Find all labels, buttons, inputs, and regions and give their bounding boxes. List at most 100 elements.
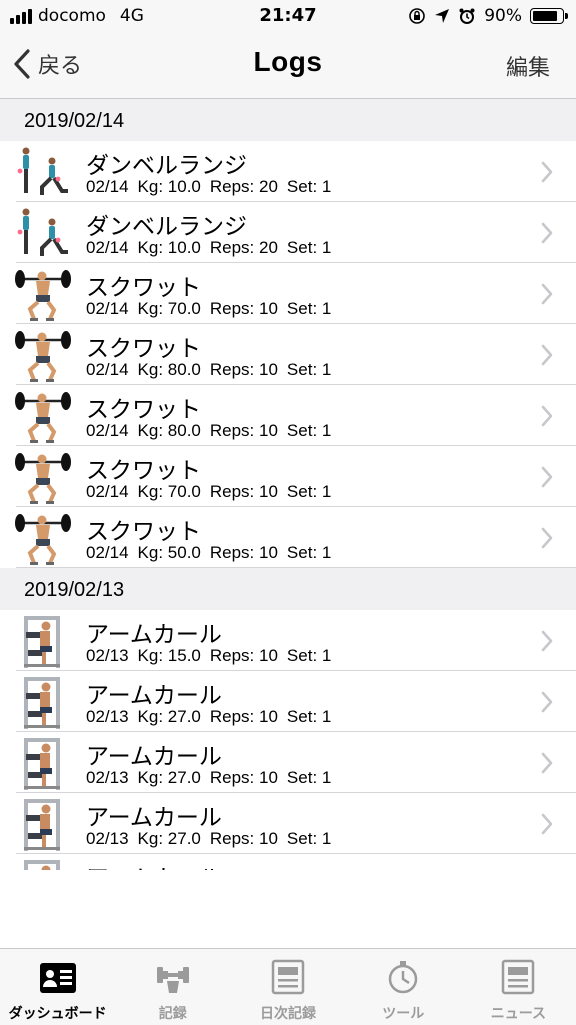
log-row[interactable]: アームカール 02/13 Kg: 27.0 Reps: 10 Set: 1 [0,732,576,793]
log-sets: Set: 1 [286,177,332,196]
exercise-name: アームカール [86,744,222,770]
tab-daily-log[interactable]: 日次記録 [230,949,345,1025]
dumbbell-icon [156,967,189,993]
log-row[interactable]: ダンベルランジ 02/14 Kg: 10.0 Reps: 20 Set: 1 [0,141,576,202]
log-weight: Kg: 70.0 [137,299,201,318]
arm-curl-machine-icon [24,616,60,668]
log-sets: Set: 1 [286,299,332,318]
chevron-right-icon [541,161,553,183]
chevron-right-icon [541,527,553,549]
log-date: 02/14 [86,299,129,318]
battery-level [533,11,557,21]
log-row[interactable]: アームカール 02/13 Kg: 27.0 Reps: 10 Set: 1 [0,671,576,732]
log-row[interactable]: スクワット 02/14 Kg: 70.0 Reps: 10 Set: 1 [0,263,576,324]
arm-curl-machine-icon [24,738,60,790]
log-details: 02/14 Kg: 70.0 Reps: 10 Set: 1 [86,482,340,502]
arm-curl-machine-icon [24,677,60,729]
log-sets: Set: 1 [286,238,332,257]
squat-exercise-icon [15,514,71,565]
edit-button[interactable]: 編集 [506,50,550,82]
chevron-right-icon [541,466,553,488]
log-details: 02/14 Kg: 10.0 Reps: 20 Set: 1 [86,238,340,258]
tab-dumbbell[interactable]: 記録 [115,949,230,1025]
log-row[interactable]: スクワット 02/14 Kg: 80.0 Reps: 10 Set: 1 [0,385,576,446]
arm-curl-machine-icon [24,860,60,870]
log-row[interactable]: アームカール 02/13 Kg: 27.0 Reps: 10 Set: 1 [0,793,576,854]
log-weight: Kg: 15.0 [137,646,201,665]
log-row[interactable]: スクワット 02/14 Kg: 50.0 Reps: 10 Set: 1 [0,507,576,568]
log-sets: Set: 1 [286,360,332,379]
lunge-exercise-icon [17,147,68,195]
battery-percent: 90% [484,6,522,26]
log-reps: Reps: 20 [209,238,278,257]
log-row[interactable]: アームカール 02/13 Kg: 15.0 Reps: 10 Set: 1 [0,610,576,671]
status-bar: docomo 4G 21:47 90% [0,0,576,34]
tab-label: ツール [382,1006,425,1022]
exercise-name: ダンベルランジ [86,153,247,179]
log-weight: Kg: 80.0 [137,360,201,379]
arm-curl-machine-icon [24,799,60,851]
chevron-right-icon [541,344,553,366]
log-details: 02/13 Kg: 27.0 Reps: 10 Set: 1 [86,707,340,727]
exercise-name: アームカール [86,805,222,831]
log-reps: Reps: 10 [209,829,278,848]
log-list[interactable]: 2019/02/14 ダンベルランジ 02/14 Kg: 10.0 Reps: 20 Se… [0,99,576,870]
log-sets: Set: 1 [286,829,332,848]
page-title: Logs [253,46,323,77]
log-date: 02/14 [86,421,129,440]
news-icon [502,959,535,995]
log-sets: Set: 1 [286,543,332,562]
chevron-right-icon [541,222,553,244]
chevron-right-icon [541,630,553,652]
log-sets: Set: 1 [286,646,332,665]
tab-news[interactable]: ニュース [461,949,576,1025]
rotation-lock-icon [409,8,426,24]
log-details: 02/14 Kg: 80.0 Reps: 10 Set: 1 [86,421,340,441]
tab-stopwatch[interactable]: ツール [346,949,461,1025]
exercise-name: アームカール [86,683,222,709]
log-details: 02/14 Kg: 10.0 Reps: 20 Set: 1 [86,177,340,197]
tab-label: 日次記録 [260,1006,316,1022]
log-reps: Reps: 10 [209,707,278,726]
log-weight: Kg: 27.0 [137,829,201,848]
chevron-right-icon [541,752,553,774]
log-reps: Reps: 10 [209,360,278,379]
log-sets: Set: 1 [286,421,332,440]
log-row[interactable]: スクワット 02/14 Kg: 70.0 Reps: 10 Set: 1 [0,446,576,507]
log-reps: Reps: 10 [209,482,278,501]
log-weight: Kg: 10.0 [137,238,201,257]
exercise-name: スクワット [86,458,201,484]
log-row[interactable]: ダンベルランジ 02/14 Kg: 10.0 Reps: 20 Set: 1 [0,202,576,263]
location-arrow-icon [435,9,450,23]
squat-exercise-icon [15,453,71,504]
log-sets: Set: 1 [286,768,332,787]
exercise-name: スクワット [86,336,201,362]
log-row[interactable]: アームカール [0,854,576,870]
log-date: 02/13 [86,829,129,848]
exercise-name: スクワット [86,397,201,423]
log-date: 02/14 [86,177,129,196]
exercise-name: アームカール [86,622,222,648]
exercise-name: スクワット [86,275,201,301]
squat-exercise-icon [15,392,71,443]
section-header: 2019/02/13 [0,568,576,610]
log-date: 02/14 [86,238,129,257]
status-right: 90% [408,6,568,26]
log-date: 02/14 [86,543,129,562]
log-weight: Kg: 80.0 [137,421,201,440]
tab-label: ダッシュボード [8,1006,107,1022]
log-reps: Reps: 10 [209,646,278,665]
log-details: 02/13 Kg: 27.0 Reps: 10 Set: 1 [86,768,340,788]
section-header: 2019/02/14 [0,99,576,141]
log-weight: Kg: 10.0 [137,177,201,196]
log-date: 02/13 [86,707,129,726]
log-date: 02/14 [86,360,129,379]
log-date: 02/14 [86,482,129,501]
log-reps: Reps: 10 [209,543,278,562]
tab-label: ニュース [490,1006,547,1022]
log-row[interactable]: スクワット 02/14 Kg: 80.0 Reps: 10 Set: 1 [0,324,576,385]
log-date: 02/13 [86,646,129,665]
tab-dashboard[interactable]: ダッシュボード [0,949,115,1025]
log-reps: Reps: 20 [209,177,278,196]
squat-exercise-icon [15,270,71,321]
